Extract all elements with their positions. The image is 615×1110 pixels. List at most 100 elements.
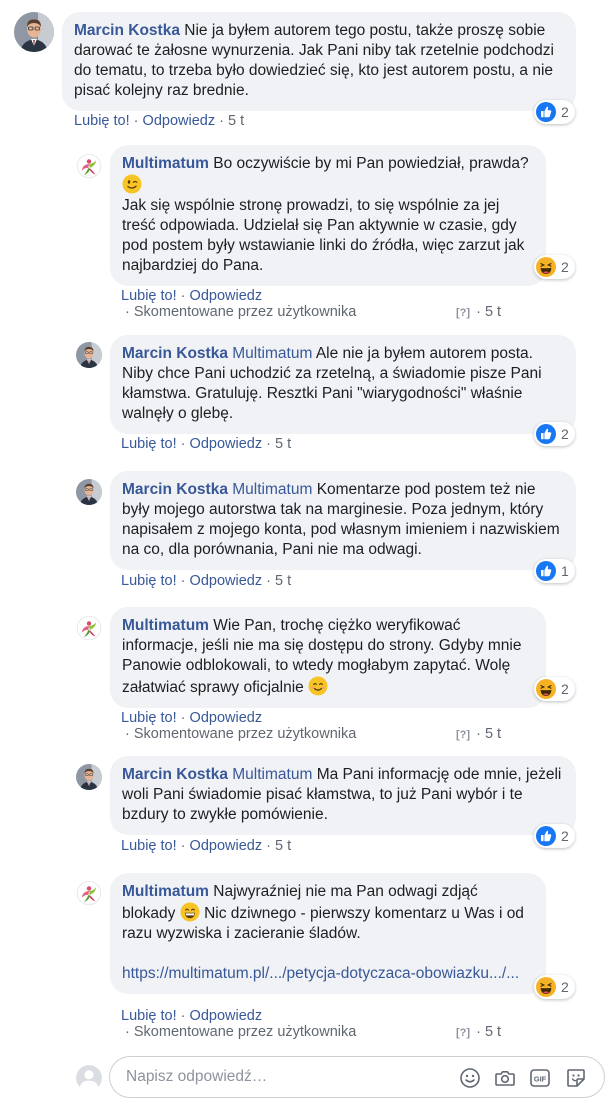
- emoji-icon[interactable]: [459, 1067, 481, 1089]
- comment-text-continued: Jak się wspólnie stronę prowadzi, to się…: [122, 197, 525, 274]
- like-reaction-icon: [536, 424, 556, 444]
- comment-bubble: Marcin Kostka Multimatum Ma Pani informa…: [110, 756, 576, 835]
- separator: ·: [266, 573, 271, 589]
- commented-by-text[interactable]: Skomentowane przez użytkownika: [134, 726, 356, 742]
- profile-photo: [76, 615, 102, 641]
- profile-photo: [76, 764, 102, 790]
- reaction-count-badge[interactable]: 1: [534, 559, 575, 583]
- comment-author[interactable]: Marcin Kostka: [122, 766, 228, 783]
- avatar-marcin-kostka[interactable]: [76, 764, 102, 790]
- reaction-count: 2: [561, 426, 569, 442]
- avatar-multimatum[interactable]: [76, 153, 102, 179]
- like-link[interactable]: Lubię to!: [121, 573, 177, 589]
- commented-by-note: · Skomentowane przez użytkownika: [125, 304, 356, 320]
- profile-photo: [14, 12, 54, 52]
- reply-link[interactable]: Odpowiedz: [190, 710, 263, 726]
- timestamp[interactable]: 5 t: [228, 113, 244, 129]
- avatar-marcin-kostka[interactable]: [76, 479, 102, 505]
- commented-by-text[interactable]: Skomentowane przez użytkownika: [134, 1024, 356, 1040]
- like-link[interactable]: Lubię to!: [121, 1008, 177, 1024]
- avatar-multimatum[interactable]: [76, 880, 102, 906]
- comment-author[interactable]: Multimatum: [122, 617, 209, 634]
- haha-reaction-icon: [536, 257, 556, 277]
- camera-icon[interactable]: [494, 1067, 516, 1089]
- separator: ·: [180, 436, 186, 452]
- reaction-count-badge[interactable]: 2: [534, 100, 575, 124]
- reply-link[interactable]: Odpowiedz: [190, 573, 263, 589]
- reply-composer: GIF: [109, 1056, 605, 1098]
- comment-meta: [?] · 5 t: [456, 1024, 501, 1040]
- question-mark-icon[interactable]: [?]: [456, 1027, 470, 1039]
- comment-actions: Lubię to! · Odpowiedz · 5 t: [74, 113, 244, 129]
- reaction-count-badge[interactable]: 2: [534, 422, 575, 446]
- comment-bubble: Marcin Kostka Multimatum Komentarze pod …: [110, 471, 576, 570]
- reaction-count: 2: [561, 979, 569, 995]
- comment-meta: [?] · 5 t: [456, 726, 501, 742]
- separator: ·: [125, 1024, 130, 1040]
- mention-tag[interactable]: Multimatum: [232, 345, 312, 362]
- like-link[interactable]: Lubię to!: [74, 113, 130, 129]
- timestamp[interactable]: 5 t: [485, 1024, 501, 1040]
- comment-author[interactable]: Marcin Kostka: [74, 22, 180, 39]
- comment-actions: Lubię to! · Odpowiedz · 5 t: [121, 838, 291, 854]
- comment-bubble: Multimatum Najwyraźniej nie ma Pan odwag…: [110, 873, 546, 994]
- sticker-icon[interactable]: [565, 1067, 587, 1089]
- comment-author[interactable]: Multimatum: [122, 155, 209, 172]
- comment-bubble: Multimatum Bo oczywiście by mi Pan powie…: [110, 145, 546, 286]
- separator: ·: [476, 726, 481, 742]
- reaction-count-badge[interactable]: 2: [534, 824, 575, 848]
- mention-tag[interactable]: Multimatum: [232, 766, 312, 783]
- reply-link[interactable]: Odpowiedz: [190, 838, 263, 854]
- reply-link[interactable]: Odpowiedz: [190, 288, 263, 304]
- comment-actions: Lubię to! · Odpowiedz · 5 t: [121, 436, 291, 452]
- comment-author[interactable]: Marcin Kostka: [122, 345, 228, 362]
- gif-icon[interactable]: GIF: [529, 1067, 551, 1089]
- separator: ·: [266, 838, 271, 854]
- separator: ·: [180, 710, 186, 726]
- timestamp[interactable]: 5 t: [275, 573, 291, 589]
- profile-photo: [76, 153, 102, 179]
- question-mark-icon[interactable]: [?]: [456, 729, 470, 741]
- reaction-count-badge[interactable]: 2: [534, 975, 575, 999]
- separator: ·: [125, 726, 130, 742]
- reply-link[interactable]: Odpowiedz: [143, 113, 216, 129]
- reply-link[interactable]: Odpowiedz: [190, 1008, 263, 1024]
- comment-actions: Lubię to! · Odpowiedz · 5 t: [121, 573, 291, 589]
- separator: ·: [133, 113, 139, 129]
- timestamp[interactable]: 5 t: [485, 726, 501, 742]
- like-link[interactable]: Lubię to!: [121, 436, 177, 452]
- separator: ·: [180, 838, 186, 854]
- default-avatar-icon: [76, 1065, 102, 1091]
- comment-bubble: Marcin Kostka Multimatum Ale nie ja byłe…: [110, 335, 576, 434]
- avatar-multimatum[interactable]: [76, 615, 102, 641]
- reaction-count-badge[interactable]: 2: [534, 677, 575, 701]
- commented-by-text[interactable]: Skomentowane przez użytkownika: [134, 304, 356, 320]
- commented-by-note: · Skomentowane przez użytkownika: [125, 726, 356, 742]
- timestamp[interactable]: 5 t: [275, 436, 291, 452]
- reaction-count: 2: [561, 681, 569, 697]
- comment-link[interactable]: https://multimatum.pl/.../petycja-dotycz…: [122, 964, 534, 984]
- timestamp[interactable]: 5 t: [275, 838, 291, 854]
- separator: ·: [476, 304, 481, 320]
- haha-reaction-icon: [536, 679, 556, 699]
- timestamp[interactable]: 5 t: [485, 304, 501, 320]
- reply-link[interactable]: Odpowiedz: [190, 436, 263, 452]
- mention-tag[interactable]: Multimatum: [232, 481, 312, 498]
- reply-input[interactable]: [124, 1067, 448, 1087]
- wink-emoji-icon: [122, 174, 142, 194]
- like-link[interactable]: Lubię to!: [121, 288, 177, 304]
- comment-author[interactable]: Marcin Kostka: [122, 481, 228, 498]
- comment-bubble: Marcin Kostka Nie ja byłem autorem tego …: [62, 12, 576, 111]
- like-link[interactable]: Lubię to!: [121, 838, 177, 854]
- like-reaction-icon: [536, 561, 556, 581]
- grin-emoji-icon: [180, 902, 200, 922]
- question-mark-icon[interactable]: [?]: [456, 307, 470, 319]
- profile-photo: [76, 479, 102, 505]
- like-link[interactable]: Lubię to!: [121, 710, 177, 726]
- comment-author[interactable]: Multimatum: [122, 883, 209, 900]
- avatar-marcin-kostka[interactable]: [76, 342, 102, 368]
- separator: ·: [219, 113, 224, 129]
- reaction-count-badge[interactable]: 2: [534, 255, 575, 279]
- reaction-count: 2: [561, 104, 569, 120]
- avatar-marcin-kostka[interactable]: [14, 12, 54, 52]
